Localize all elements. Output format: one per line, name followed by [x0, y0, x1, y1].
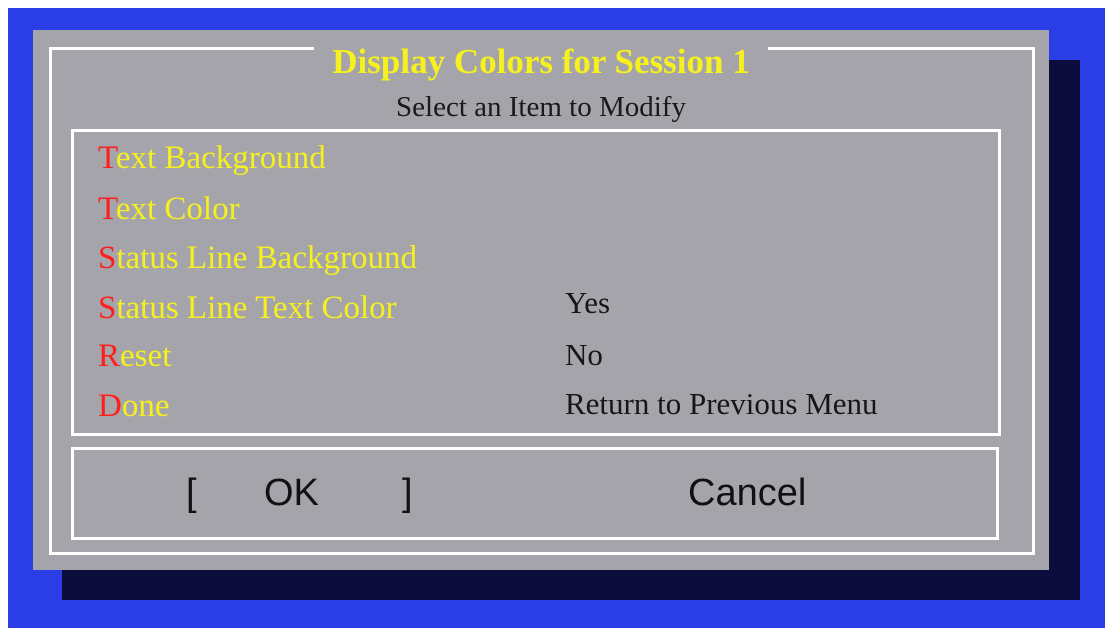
dialog-title: Display Colors for Session 1	[33, 42, 1049, 82]
menu-item-label: tatus Line Text Color	[116, 290, 397, 326]
option-return-to-previous-menu[interactable]: Return to Previous Menu	[565, 384, 878, 424]
dialog-subtitle: Select an Item to Modify	[396, 91, 686, 123]
menu-item-label: eset	[120, 338, 172, 374]
menu-item-hotkey: S	[98, 240, 117, 276]
ok-label: OK	[264, 472, 319, 514]
menu-item-done[interactable]: Done	[98, 384, 528, 428]
option-yes[interactable]: Yes	[565, 283, 610, 323]
menu-item-hotkey: R	[98, 338, 121, 374]
menu-item-reset[interactable]: Reset	[98, 334, 528, 378]
ok-bracket-left: [	[186, 472, 197, 514]
menu-item-status-line-background[interactable]: Status Line Background	[98, 236, 528, 280]
menu-item-label: ext Background	[115, 140, 326, 176]
option-no[interactable]: No	[565, 335, 603, 375]
menu-item-label: ext Color	[115, 191, 240, 227]
dialog-title-text: Display Colors for Session 1	[314, 42, 768, 81]
menu-list: Text Background Text Color Status Line B…	[71, 129, 1001, 436]
cancel-button[interactable]: Cancel	[688, 470, 806, 516]
menu-item-hotkey: T	[98, 140, 116, 176]
menu-item-hotkey: D	[98, 388, 122, 424]
ok-button[interactable]: [ OK ]	[186, 470, 426, 516]
menu-item-hotkey: S	[98, 290, 117, 326]
display-colors-dialog: Display Colors for Session 1 Select an I…	[33, 30, 1049, 570]
menu-item-text-color[interactable]: Text Color	[98, 187, 528, 231]
menu-item-label: one	[121, 388, 170, 424]
menu-item-status-line-text-color[interactable]: Status Line Text Color	[98, 286, 528, 330]
button-bar: [ OK ] Cancel	[71, 447, 999, 540]
ok-bracket-right: ]	[402, 472, 413, 514]
menu-item-hotkey: T	[98, 191, 116, 227]
menu-item-text-background[interactable]: Text Background	[98, 136, 528, 180]
menu-item-label: tatus Line Background	[116, 240, 417, 276]
